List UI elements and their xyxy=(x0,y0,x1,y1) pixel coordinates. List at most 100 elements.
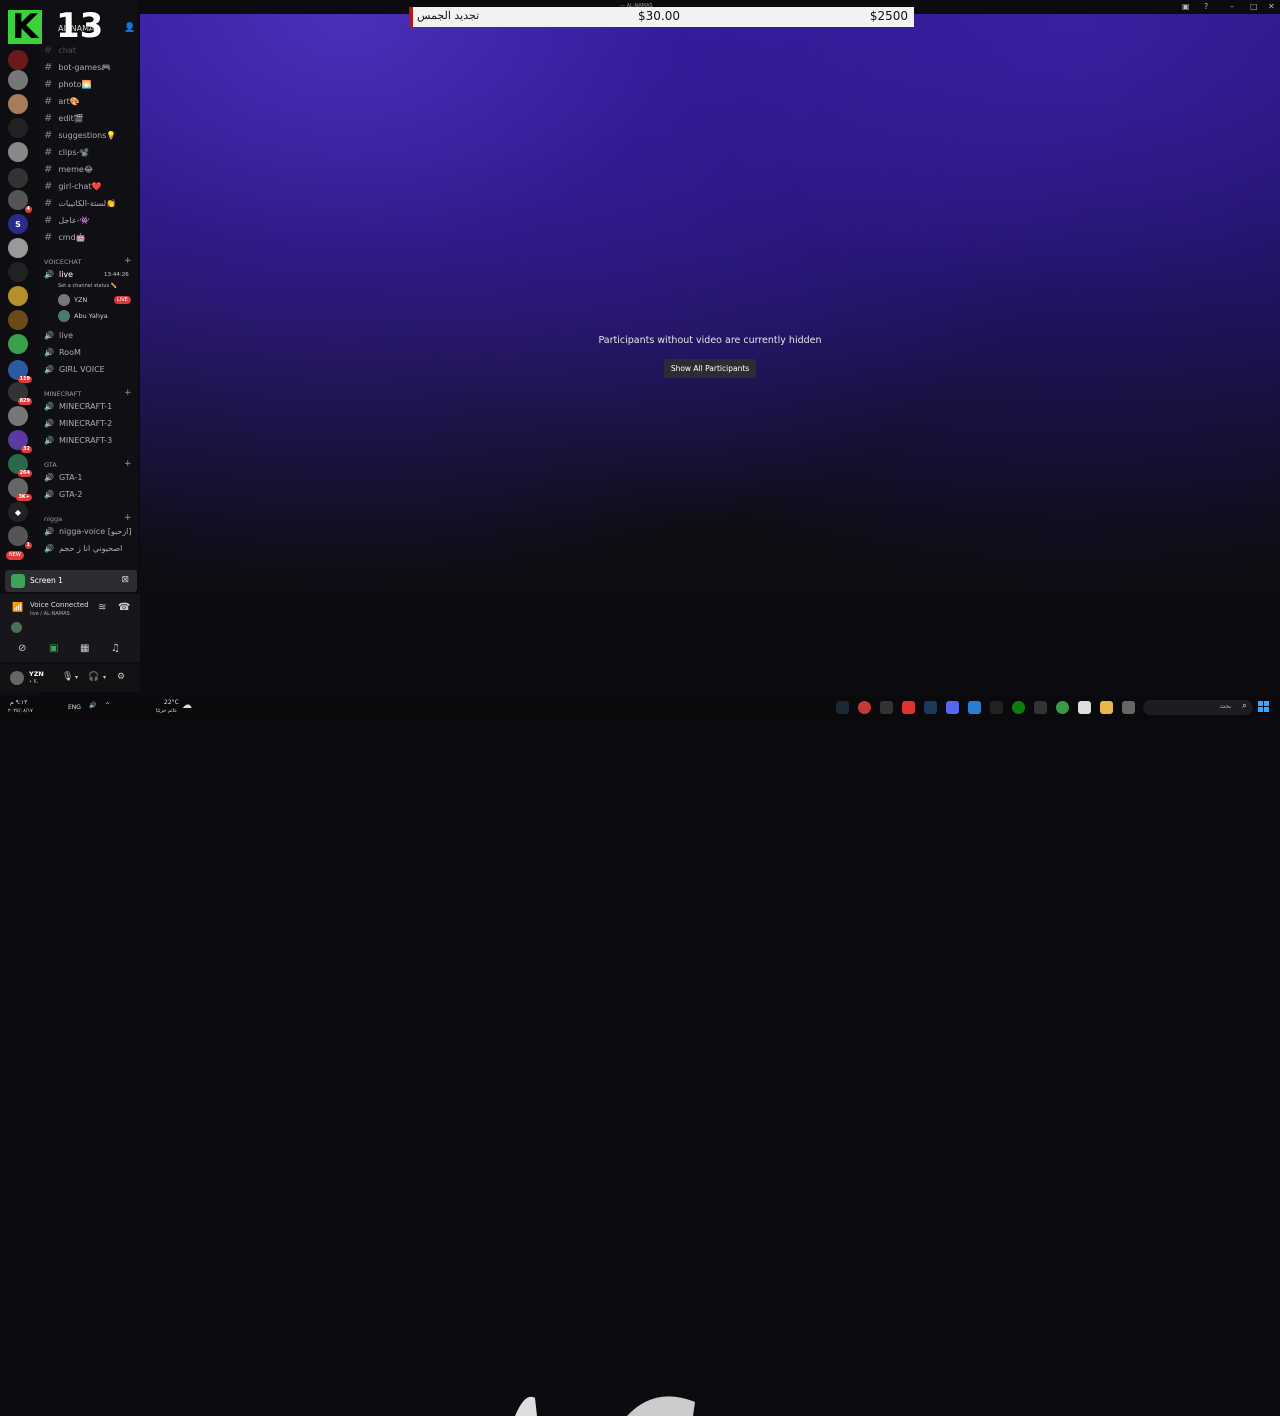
voice-channel[interactable]: 🔊 اصحيوني انا ز حجم xyxy=(44,544,122,553)
server-icon[interactable]: 1 xyxy=(8,526,32,549)
category-nigga[interactable]: nigga xyxy=(44,515,62,523)
text-channel[interactable]: # meme😂 xyxy=(44,164,93,175)
server-icon[interactable]: 32 xyxy=(8,430,32,453)
category-gta[interactable]: GTA xyxy=(44,461,57,469)
channel-status-hint[interactable]: Set a channel status ✏️ xyxy=(58,283,117,289)
category-minecraft[interactable]: MINECRAFT xyxy=(44,390,81,398)
server-icon[interactable]: S xyxy=(8,214,28,234)
add-channel-icon[interactable]: + xyxy=(124,513,132,523)
server-icon[interactable]: 264 xyxy=(8,454,32,477)
text-channel[interactable]: # girl-chat❤️ xyxy=(44,181,102,192)
taskbar-search[interactable]: بحث ⌕ xyxy=(1143,700,1253,715)
text-channel[interactable]: # clips-📽️ xyxy=(44,147,89,158)
app-icon[interactable] xyxy=(1078,701,1091,714)
text-channel[interactable]: # art🎨 xyxy=(44,96,80,107)
headphones-icon[interactable]: 🎧 xyxy=(88,672,99,682)
clock-time[interactable]: ٩:١٣ م xyxy=(10,699,27,706)
app-icon[interactable] xyxy=(924,701,937,714)
voice-channel[interactable]: 🔊 GIRL VOICE xyxy=(44,365,105,374)
server-icon[interactable] xyxy=(8,168,28,188)
soundboard-icon[interactable]: ♫ xyxy=(111,643,120,654)
text-channel[interactable]: # edit🎬 xyxy=(44,113,84,124)
text-channel[interactable]: # لستة-الكاتيبات👏 xyxy=(44,198,116,209)
text-channel[interactable]: # cmd🤖 xyxy=(44,232,86,243)
stop-stream-icon[interactable]: ⊠ xyxy=(121,575,129,585)
folder-icon[interactable] xyxy=(1100,701,1113,714)
disconnect-icon[interactable]: ☎ xyxy=(118,602,130,613)
server-icon[interactable] xyxy=(8,70,28,90)
volume-icon[interactable]: 🔊 xyxy=(89,702,96,709)
voice-channel[interactable]: 🔊 live xyxy=(44,331,73,340)
show-all-participants-button[interactable]: Show All Participants xyxy=(664,359,756,378)
minimize-icon[interactable]: – xyxy=(1230,2,1234,11)
add-channel-icon[interactable]: + xyxy=(124,459,132,469)
xbox-icon[interactable] xyxy=(1012,701,1025,714)
text-channel[interactable]: # photo🌅 xyxy=(44,79,91,90)
invite-icon[interactable]: 👤 xyxy=(124,23,135,33)
signal-icon[interactable]: 📶 xyxy=(12,603,23,613)
language-indicator[interactable]: ENG xyxy=(68,704,81,711)
server-icon[interactable]: 119 xyxy=(8,360,32,383)
server-icon[interactable]: 4 xyxy=(8,190,32,213)
close-icon[interactable]: ✕ xyxy=(1268,2,1275,11)
voice-channel[interactable]: 🔊 GTA-1 xyxy=(44,473,82,482)
server-icon[interactable] xyxy=(8,238,28,258)
chrome-icon[interactable] xyxy=(1056,701,1069,714)
add-channel-icon[interactable]: + xyxy=(124,256,132,266)
app-icon[interactable] xyxy=(880,701,893,714)
app-icon[interactable] xyxy=(902,701,915,714)
windows-start-icon[interactable] xyxy=(1258,701,1270,713)
clock-date[interactable]: ٢٠٢٥/٠٨/١٧ xyxy=(8,708,33,714)
server-icon[interactable] xyxy=(8,118,28,138)
help-icon[interactable]: ? xyxy=(1204,2,1208,11)
app-icon[interactable] xyxy=(968,701,981,714)
voice-channel[interactable]: 🔊 MINECRAFT-2 xyxy=(44,419,112,428)
microphone-icon[interactable]: 🎙 xyxy=(62,672,73,682)
voice-location[interactable]: live / AL-NAMAS xyxy=(30,611,70,617)
app-icon[interactable] xyxy=(1122,701,1135,714)
voice-user[interactable]: Abu Yahya xyxy=(58,310,108,322)
server-icon[interactable] xyxy=(8,94,28,114)
server-icon[interactable] xyxy=(8,310,28,330)
inbox-icon[interactable]: ▣ xyxy=(1182,2,1190,11)
activities-icon[interactable]: ▦ xyxy=(80,643,89,654)
server-icon[interactable] xyxy=(8,142,28,162)
chevron-down-icon[interactable]: ▾ xyxy=(75,674,78,681)
add-channel-icon[interactable]: + xyxy=(124,388,132,398)
text-channel[interactable]: # عاجل-👾 xyxy=(44,215,89,226)
chevron-down-icon[interactable]: ▾ xyxy=(103,674,106,681)
camera-off-icon[interactable]: ⊘ xyxy=(18,643,26,654)
server-icon[interactable] xyxy=(8,50,28,70)
server-icon[interactable]: 3K+ xyxy=(8,478,32,501)
category-voicechat[interactable]: VOICECHAT xyxy=(44,258,81,266)
voice-channel[interactable]: 🔊 GTA-2 xyxy=(44,490,82,499)
voice-channel[interactable]: 🔊 MINECRAFT-3 xyxy=(44,436,112,445)
steam-icon[interactable] xyxy=(836,701,849,714)
chevron-up-icon[interactable]: ^ xyxy=(105,702,110,709)
maximize-icon[interactable]: □ xyxy=(1250,2,1258,11)
weather-temp[interactable]: 22°C xyxy=(164,699,179,706)
noise-suppression-icon[interactable]: ≋ xyxy=(98,602,106,613)
server-icon[interactable] xyxy=(8,286,28,306)
voice-channel[interactable]: 🔊 nigga-voice [ارحبو] xyxy=(44,527,132,536)
app-icon[interactable] xyxy=(1034,701,1047,714)
server-icon[interactable] xyxy=(8,262,28,282)
screen-share-panel[interactable]: Screen 1 ⊠ xyxy=(5,570,137,592)
app-icon[interactable] xyxy=(990,701,1003,714)
text-channel[interactable]: # chat xyxy=(44,45,76,56)
server-icon[interactable]: ◆ xyxy=(8,502,28,522)
gear-icon[interactable]: ⚙ xyxy=(117,672,125,682)
server-icon[interactable] xyxy=(8,334,28,354)
server-icon[interactable]: 829 xyxy=(8,382,32,405)
text-channel[interactable]: # suggestions💡 xyxy=(44,130,116,141)
voice-channel-live[interactable]: 🔊 live xyxy=(44,270,73,279)
text-channel[interactable]: # bot-games🎮 xyxy=(44,62,111,73)
voice-user[interactable]: YZN xyxy=(58,294,87,306)
voice-channel[interactable]: 🔊 MINECRAFT-1 xyxy=(44,402,112,411)
avatar[interactable] xyxy=(10,671,24,685)
screen-share-icon[interactable]: ▣ xyxy=(49,643,58,654)
server-icon[interactable] xyxy=(8,406,28,426)
discord-icon[interactable] xyxy=(946,701,959,714)
app-icon[interactable] xyxy=(858,701,871,714)
voice-channel[interactable]: 🔊 RooM xyxy=(44,348,81,357)
